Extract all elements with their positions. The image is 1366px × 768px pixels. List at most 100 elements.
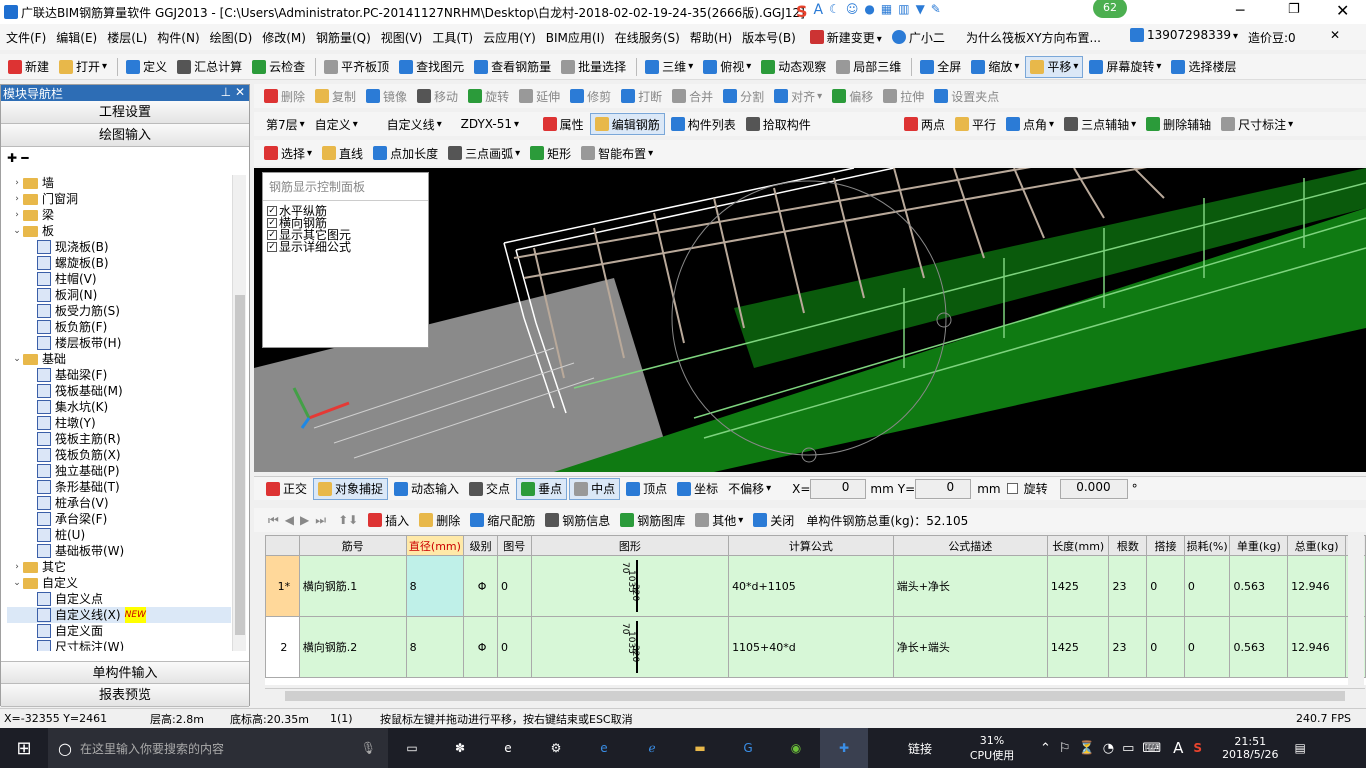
toolbar1-items-btn-12[interactable]: 局部三维 (832, 56, 905, 78)
tree-item[interactable]: › 门窗洞 (7, 191, 231, 207)
table-cell[interactable]: 40*d+1105 (728, 555, 894, 617)
minimize-button[interactable]: ─ (1236, 3, 1244, 19)
toolbar3-right_items-btn-3[interactable]: 三点辅轴 (1060, 113, 1140, 135)
tree-item[interactable]: 自定义点 (7, 591, 231, 607)
subtype-select[interactable]: 自定义线 (383, 113, 455, 135)
column-header[interactable]: 长度(mm) (1046, 535, 1110, 556)
toolbar2-items-btn-7[interactable]: 打断 (617, 85, 666, 107)
tree-expand-collapse[interactable]: ✚ ━ (1, 147, 249, 173)
toolbar1-items-btn-16[interactable]: 屏幕旋转 (1085, 56, 1165, 78)
table-cell[interactable]: Φ (463, 616, 498, 678)
toolbar3-right_items-btn-0[interactable]: 两点 (900, 113, 949, 135)
table-cell[interactable]: 70 1035 320 (530, 616, 730, 678)
menu-item-4[interactable]: 绘图(D) (210, 29, 253, 46)
checkbox-checked-icon[interactable]: ✓ (267, 242, 277, 252)
tree-item[interactable]: 自定义线(X) NEW (7, 607, 231, 623)
menu-item-10[interactable]: BIM应用(I) (546, 29, 605, 46)
column-header[interactable]: 筋号 (298, 535, 407, 556)
column-header[interactable]: 搭接 (1146, 535, 1185, 556)
floor-select[interactable]: 第7层 (262, 113, 309, 135)
tree-item[interactable]: 板受力筋(S) (7, 303, 231, 319)
toolbar4-items-btn-0[interactable]: 选择 (260, 142, 316, 164)
menu-item-2[interactable]: 楼层(L) (107, 29, 147, 46)
tree-item[interactable]: ⌄ 板 (7, 223, 231, 239)
tree-item[interactable]: 桩(U) (7, 527, 231, 543)
menu-item-0[interactable]: 文件(F) (6, 29, 46, 46)
grid-icon[interactable]: ▥ (898, 2, 909, 21)
tree-item[interactable]: › 其它 (7, 559, 231, 575)
question-link[interactable]: 为什么筏板XY方向布置... (966, 29, 1101, 46)
mic-icon[interactable]: ● (864, 2, 874, 21)
toolbar1-items-btn-13[interactable]: 全屏 (916, 56, 965, 78)
tree-scrollbar[interactable] (232, 175, 246, 651)
column-header[interactable]: 公式描述 (892, 535, 1048, 556)
move-arrows-icon[interactable]: ⬆⬇ (338, 513, 358, 527)
table-cell[interactable]: 0.563 (1229, 616, 1289, 678)
table-cell[interactable]: 横向钢筋.2 (298, 616, 407, 678)
toolbar1-items-btn-14[interactable]: 缩放 (967, 56, 1023, 78)
tree-item[interactable]: 尺寸标注(W) (7, 639, 231, 651)
toolbar3-items-btn-3[interactable]: 拾取构件 (742, 113, 815, 135)
toolbar1-items-btn-7[interactable]: 查看钢筋量 (470, 56, 555, 78)
tree-toggle-icon[interactable]: ⌄ (11, 223, 23, 239)
tree-toggle-icon[interactable]: › (11, 207, 23, 223)
sogou-icon[interactable]: S (796, 2, 808, 21)
close-button[interactable]: ✕ (1336, 1, 1349, 20)
tray-icons[interactable]: ⌃⚐⏳◔▭⌨ (1040, 741, 1169, 756)
link-label[interactable]: 链接 (908, 740, 932, 757)
column-header[interactable]: 图号 (496, 535, 532, 556)
toolbar2-items-btn-9[interactable]: 分割 (719, 85, 768, 107)
toolbar2-items-btn-4[interactable]: 旋转 (464, 85, 513, 107)
guang-button[interactable]: 广小二 (888, 26, 949, 48)
tree-item[interactable]: 柱墩(Y) (7, 415, 231, 431)
toolbar3-items-btn-2[interactable]: 构件列表 (667, 113, 740, 135)
report-preview-button[interactable]: 报表预览 (1, 684, 249, 707)
snapbar-items-btn-6[interactable]: 顶点 (622, 478, 671, 500)
table-vscroll[interactable] (1348, 535, 1364, 685)
tree-item[interactable]: 柱帽(V) (7, 271, 231, 287)
ime-indicator[interactable]: A (1173, 739, 1183, 757)
tree-item[interactable]: 筏板主筋(R) (7, 431, 231, 447)
toolbar1-items-btn-2[interactable]: 定义 (122, 56, 171, 78)
menu-close-icon[interactable]: ✕ (1330, 28, 1340, 42)
component-name-select[interactable]: ZDYX-51 (457, 113, 537, 135)
row-index[interactable]: 2 (265, 616, 300, 678)
snapbar-items-btn-5[interactable]: 中点 (569, 477, 621, 500)
start-button[interactable]: ⊞ (0, 728, 48, 768)
toolbar3-right_items-btn-4[interactable]: 删除辅轴 (1142, 113, 1215, 135)
tree-item[interactable]: 桩承台(V) (7, 495, 231, 511)
menu-item-6[interactable]: 钢筋量(Q) (316, 29, 371, 46)
ggj-app-icon[interactable]: ✚ (820, 728, 868, 768)
tree-item[interactable]: › 墙 (7, 175, 231, 191)
toolbar1-items-btn-8[interactable]: 批量选择 (557, 56, 630, 78)
tree-item[interactable]: ⌄ 基础 (7, 351, 231, 367)
table-cell[interactable]: 0 (1146, 555, 1185, 617)
table-cell[interactable]: 12.946 (1287, 555, 1346, 617)
y-input[interactable]: 0 (915, 478, 972, 499)
project-settings-button[interactable]: 工程设置 (1, 101, 249, 124)
tree-item[interactable]: 楼层板带(H) (7, 335, 231, 351)
table-row[interactable]: 2 横向钢筋.2 8 Φ 0 70 1035 320 1105+40*d 净长+端头 1425 23 0… (265, 616, 1366, 678)
column-header[interactable]: 总重(kg) (1287, 535, 1346, 556)
toolbar2-items-btn-1[interactable]: 复制 (311, 85, 360, 107)
table-cell[interactable]: 23 (1108, 555, 1148, 617)
toolbar2-items-btn-12[interactable]: 拉伸 (879, 85, 928, 107)
clock[interactable]: 21:51 2018/5/26 (1222, 735, 1278, 761)
mic-icon[interactable]: 🎙 (361, 741, 376, 755)
column-header[interactable]: 级别 (463, 535, 498, 556)
row-index[interactable]: 1* (265, 555, 300, 617)
table-cell[interactable]: 0 (496, 555, 532, 617)
toolbar3-items-btn-1[interactable]: 编辑钢筋 (589, 113, 665, 135)
fan-app-icon[interactable]: ✽ (436, 728, 484, 768)
tree-item[interactable]: 基础梁(F) (7, 367, 231, 383)
table-cell[interactable]: 0 (1146, 616, 1185, 678)
font-icon[interactable]: A (814, 2, 824, 21)
edge-icon-1[interactable]: e (484, 728, 532, 768)
shirt-icon[interactable]: ▼ (916, 2, 925, 21)
menu-item-12[interactable]: 帮助(H) (690, 29, 732, 46)
tree-toggle-icon[interactable]: › (11, 175, 23, 191)
toolbar2-items-btn-6[interactable]: 修剪 (566, 85, 615, 107)
tree-toggle-icon[interactable]: ⌄ (11, 575, 23, 591)
table-cell[interactable]: 横向钢筋.1 (298, 555, 407, 617)
3d-viewport[interactable]: 钢筋显示控制面板 ✓ 水平纵筋 ✓ 横向钢筋 ✓ 显示其它图元 ✓ 显示详细公式 (254, 168, 1366, 472)
